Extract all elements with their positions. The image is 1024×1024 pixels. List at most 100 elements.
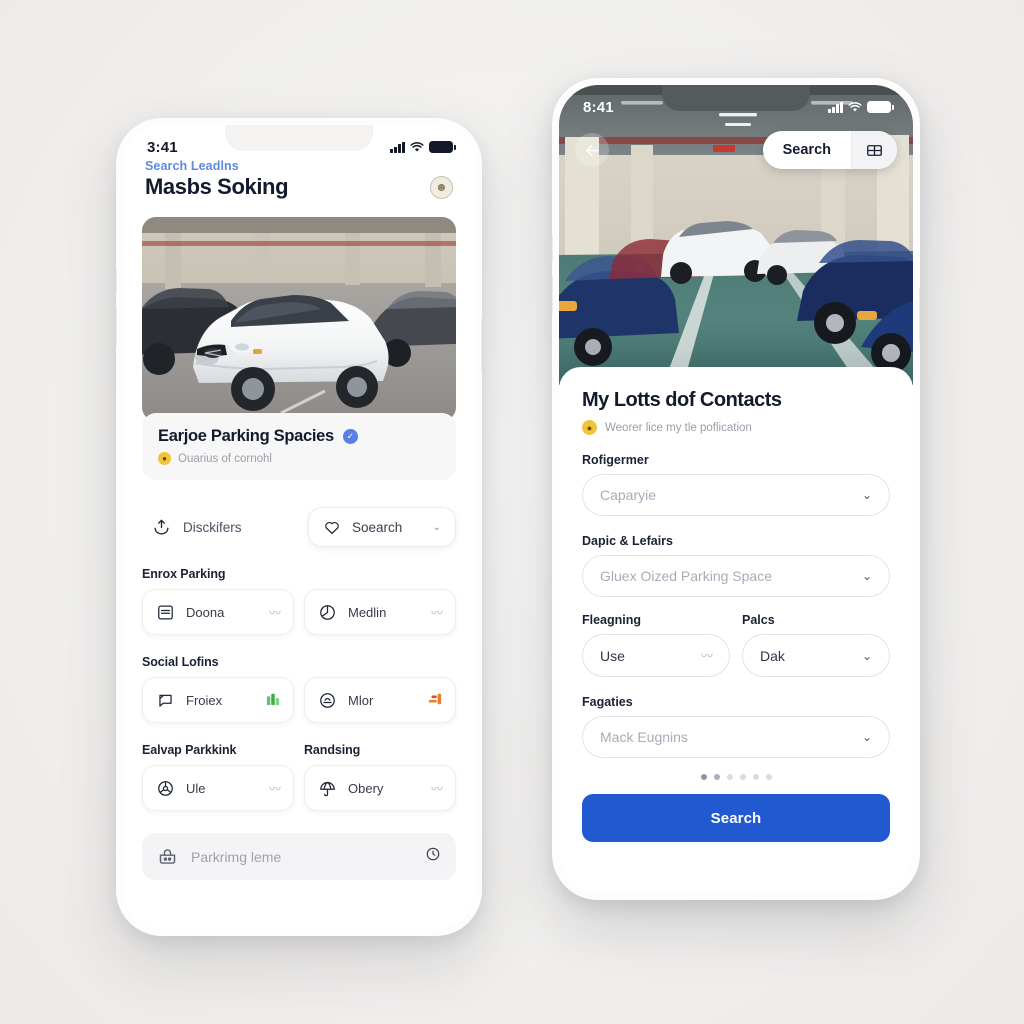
volume-down-button[interactable] [116, 306, 117, 346]
right-notch [662, 85, 810, 111]
disckifers-action[interactable]: Disckifers [142, 512, 244, 543]
battery-full-icon [867, 101, 894, 113]
left-notch [225, 125, 373, 151]
select-dapic-lefairs[interactable]: Gluex Oized Parking Space ⌄ [582, 555, 890, 597]
right-phone-screen: 8:41 Search My Lotts dof Contacts ● Weor… [559, 85, 913, 893]
parking-time-placeholder: Parkrimg leme [191, 848, 282, 865]
search-submit-button[interactable]: Search [582, 794, 890, 842]
tile-ule[interactable]: Ule 〰 [142, 765, 294, 811]
info-card-subtitle-row: ● Ouarius of cornohl [158, 452, 440, 465]
page-title: Masbs Soking [145, 174, 289, 199]
section-label-social-lofins: Social Lofins [142, 655, 219, 669]
garage-photo [559, 85, 913, 385]
parking-bag-icon [157, 846, 178, 867]
user-avatar-icon[interactable]: ☻ [430, 175, 453, 199]
squiggle-icon: 〰 [268, 781, 281, 796]
select-rofigermer-value: Caparyie [600, 487, 657, 503]
sheet-subtitle-row: ● Weorer lice my tle poflication [582, 420, 890, 435]
tile-doona-label: Doona [186, 604, 225, 620]
steering-wheel-icon [156, 779, 175, 798]
tile-medlin-label: Medlin [348, 604, 387, 620]
wifi-icon [410, 141, 424, 153]
inbox-tray-icon [156, 603, 175, 622]
info-card-subtitle: Ouarius of cornohl [178, 452, 272, 465]
sheet-subtitle: Weorer lice my tle poflication [605, 421, 752, 434]
select-palcs-value: Dak [760, 647, 785, 664]
umbrella-icon [318, 779, 337, 798]
verified-badge-icon: ✓ [342, 429, 358, 444]
power-button[interactable] [919, 288, 920, 342]
coin-emoji: ● [582, 420, 597, 435]
field-label-fleagning: Fleagning [582, 613, 642, 627]
parking-info-card[interactable]: Earjoe Parking Spacies ✓ ● Ouarius of co… [142, 413, 456, 480]
indoor-parking-garage-aisle-photo [559, 85, 913, 385]
select-fagaties[interactable]: Mack Eugnins ⌄ [582, 716, 890, 758]
chat-bubble-icon [156, 691, 175, 710]
select-fleagning-value: Use [600, 647, 625, 664]
squiggle-icon: 〰 [268, 605, 281, 620]
pager-dots[interactable] [582, 774, 890, 780]
circle-bank-icon [318, 691, 337, 710]
heart-icon [323, 518, 341, 536]
squiggle-icon: 〰 [430, 781, 443, 796]
soearch-label: Soearch [352, 519, 403, 535]
back-arrow-icon[interactable] [575, 133, 609, 167]
squiggle-icon: 〰 [700, 649, 713, 663]
status-icon-group [390, 141, 456, 153]
field-label-fagaties: Fagaties [582, 695, 633, 709]
parking-time-input[interactable]: Parkrimg leme [142, 833, 456, 880]
section-label-ealvap-parkkink: Ealvap Parkkink [142, 743, 237, 757]
field-pair-row-inputs: Use 〰 Dak ⌄ [582, 634, 890, 677]
select-fleagning[interactable]: Use 〰 [582, 634, 730, 677]
pager-dot-1[interactable] [700, 774, 707, 780]
grid-layout-icon[interactable] [851, 131, 897, 169]
tile-obery[interactable]: Obery 〰 [304, 765, 456, 811]
tile-row-enrox-parking: Doona 〰 Medlin 〰 [142, 589, 456, 635]
search-filters-sheet: My Lotts dof Contacts ● Weorer lice my t… [559, 367, 913, 893]
tile-froiex[interactable]: Froiex [142, 677, 294, 723]
chevron-down-icon: ⌄ [861, 488, 872, 502]
select-fagaties-value: Mack Eugnins [600, 729, 688, 745]
volume-up-button[interactable] [116, 268, 117, 294]
info-card-title-row: Earjoe Parking Spacies ✓ [158, 427, 440, 446]
pager-dot-4[interactable] [739, 774, 746, 780]
action-row: Disckifers Soearch ⌄ [142, 507, 456, 547]
section-label-randsing: Randsing [304, 743, 361, 757]
orange-tag-glyph-icon [428, 692, 442, 709]
select-palcs[interactable]: Dak ⌄ [742, 634, 890, 677]
chevron-down-icon: ⌄ [861, 569, 872, 583]
left-content-scroll: Disckifers Soearch ⌄ Enrox Parking Doona… [123, 495, 475, 929]
chevron-down-icon: ⌄ [861, 730, 872, 744]
pager-dot-5[interactable] [752, 774, 759, 780]
tile-row-pair: Ule 〰 Obery 〰 [142, 765, 456, 811]
tile-mlor-label: Mlor [348, 692, 374, 708]
tile-obery-label: Obery [348, 780, 384, 796]
tile-ule-label: Ule [186, 780, 206, 796]
hero-photo [142, 217, 456, 421]
pager-dot-6[interactable] [765, 774, 772, 780]
soearch-pill-button[interactable]: Soearch ⌄ [308, 507, 456, 547]
pager-dot-3[interactable] [726, 774, 733, 780]
tile-doona[interactable]: Doona 〰 [142, 589, 294, 635]
pie-chart-icon [318, 603, 337, 622]
volume-down-button[interactable] [552, 274, 553, 314]
battery-full-icon [429, 141, 456, 153]
screenshot-canvas: 3:41 Search Leadlns Masbs Soking ☻ Earjo… [0, 0, 1024, 1024]
status-time: 3:41 [147, 138, 178, 156]
search-pill-label[interactable]: Search [763, 131, 851, 169]
squiggle-icon: 〰 [430, 605, 443, 620]
clock-icon[interactable] [425, 846, 441, 867]
right-phone-device: 8:41 Search My Lotts dof Contacts ● Weor… [552, 78, 920, 900]
left-phone-device: 3:41 Search Leadlns Masbs Soking ☻ Earjo… [116, 118, 482, 936]
tile-medlin[interactable]: Medlin 〰 [304, 589, 456, 635]
coin-emoji: ● [158, 452, 171, 465]
select-rofigermer[interactable]: Caparyie ⌄ [582, 474, 890, 516]
tile-mlor[interactable]: Mlor [304, 677, 456, 723]
volume-up-button[interactable] [552, 236, 553, 262]
pager-dot-2[interactable] [713, 774, 720, 780]
cellular-bars-icon [828, 101, 843, 113]
field-label-rofigermer: Rofigermer [582, 453, 649, 467]
power-button[interactable] [481, 318, 482, 372]
status-time: 8:41 [583, 98, 614, 116]
search-pill[interactable]: Search [762, 131, 897, 169]
